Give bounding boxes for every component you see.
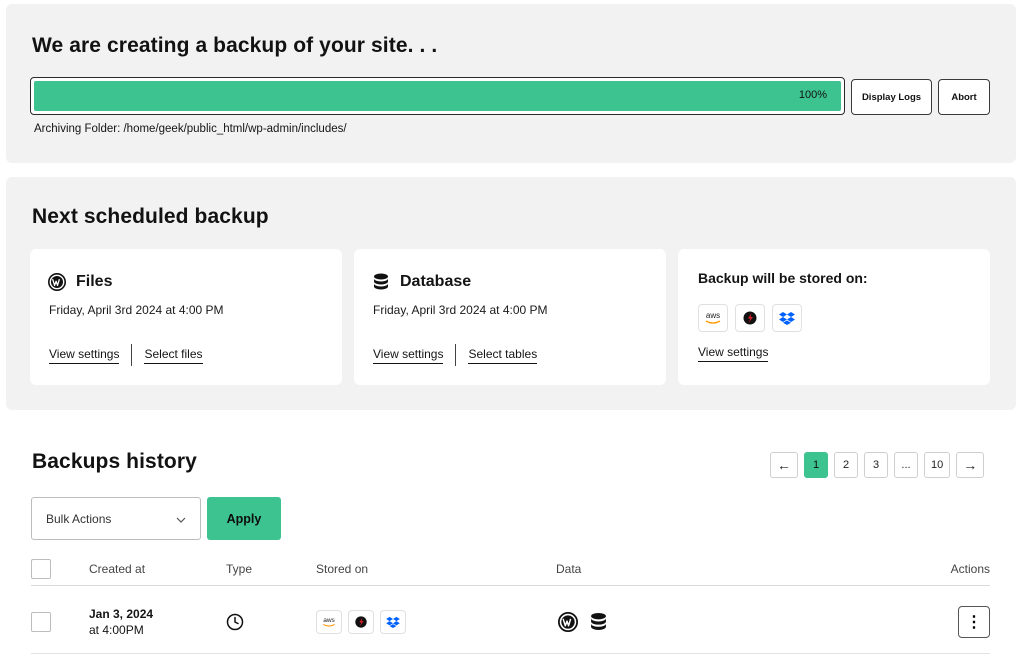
schedule-title: Next scheduled backup xyxy=(32,205,269,228)
select-all-checkbox[interactable] xyxy=(31,559,51,579)
chevron-down-icon xyxy=(176,512,186,526)
wordpress-icon xyxy=(48,273,66,291)
storage-view-settings-link[interactable]: View settings xyxy=(698,345,769,362)
table-row: Jan 3, 2024 at 4:00PM aws ⋮ xyxy=(31,590,990,654)
database-icon xyxy=(590,612,607,637)
bulk-actions-select[interactable]: Bulk Actions xyxy=(31,497,201,540)
archiving-folder-text: Archiving Folder: /home/geek/public_html… xyxy=(34,123,347,135)
aws-icon: aws xyxy=(316,610,342,634)
database-icon xyxy=(372,273,390,291)
progress-bar-fill: 100% xyxy=(34,81,841,111)
row-actions-menu-button[interactable]: ⋮ xyxy=(958,606,990,638)
dropbox-icon xyxy=(380,610,406,634)
pagination-page-10[interactable]: 10 xyxy=(924,452,951,478)
pagination-prev-button[interactable]: ← xyxy=(770,452,798,478)
svg-text:aws: aws xyxy=(323,617,335,624)
storage-card-title: Backup will be stored on: xyxy=(698,270,868,286)
clock-icon xyxy=(226,613,244,636)
wordpress-icon xyxy=(558,612,578,637)
pagination-page-1[interactable]: 1 xyxy=(804,452,828,478)
select-files-link[interactable]: Select files xyxy=(144,347,203,364)
backblaze-icon xyxy=(348,610,374,634)
row-date: Jan 3, 2024 xyxy=(89,607,154,621)
backup-progress-panel: We are creating a backup of your site. .… xyxy=(6,4,1016,163)
progress-bar: 100% xyxy=(30,77,845,115)
row-time: at 4:00PM xyxy=(89,623,144,637)
column-actions: Actions xyxy=(950,562,990,576)
abort-button[interactable]: Abort xyxy=(938,79,990,115)
column-data: Data xyxy=(556,562,582,576)
divider xyxy=(131,344,133,366)
row-checkbox[interactable] xyxy=(31,612,51,632)
divider xyxy=(455,344,457,366)
display-logs-button[interactable]: Display Logs xyxy=(851,79,932,115)
column-type: Type xyxy=(226,562,253,576)
svg-text:aws: aws xyxy=(706,311,720,320)
select-tables-link[interactable]: Select tables xyxy=(468,347,538,364)
backups-history-title: Backups history xyxy=(32,450,197,473)
pagination: ← 1 2 3 ... 10 → xyxy=(770,452,985,478)
files-schedule-date: Friday, April 3rd 2024 at 4:00 PM xyxy=(49,303,224,317)
next-scheduled-backup-panel: Next scheduled backup Files Friday, Apri… xyxy=(6,177,1016,410)
backblaze-icon xyxy=(735,304,765,332)
database-card: Database Friday, April 3rd 2024 at 4:00 … xyxy=(354,249,666,385)
progress-title: We are creating a backup of your site. .… xyxy=(32,34,438,57)
apply-button[interactable]: Apply xyxy=(207,497,281,540)
database-card-title: Database xyxy=(400,273,472,290)
dropbox-icon xyxy=(772,304,802,332)
database-view-settings-link[interactable]: View settings xyxy=(373,347,444,364)
pagination-page-3[interactable]: 3 xyxy=(864,452,888,478)
files-card-title: Files xyxy=(76,273,113,290)
files-view-settings-link[interactable]: View settings xyxy=(49,347,120,364)
database-schedule-date: Friday, April 3rd 2024 at 4:00 PM xyxy=(373,303,548,317)
column-created-at: Created at xyxy=(89,562,146,576)
pagination-next-button[interactable]: → xyxy=(956,452,985,478)
progress-percent: 100% xyxy=(798,89,827,101)
bulk-actions-label: Bulk Actions xyxy=(46,511,112,526)
column-stored-on: Stored on xyxy=(316,562,369,576)
pagination-page-2[interactable]: 2 xyxy=(834,452,858,478)
storage-card: Backup will be stored on: aws View setti… xyxy=(678,249,990,385)
aws-icon: aws xyxy=(698,304,728,332)
table-header: Created at Type Stored on Data Actions xyxy=(31,558,990,586)
files-card: Files Friday, April 3rd 2024 at 4:00 PM … xyxy=(30,249,342,385)
pagination-ellipsis: ... xyxy=(894,452,918,478)
